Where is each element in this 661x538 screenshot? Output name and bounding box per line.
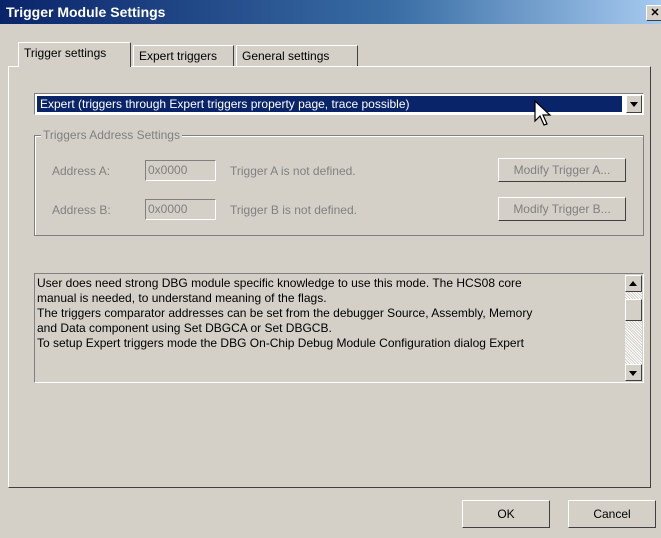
tab-label: Expert triggers (139, 49, 218, 63)
tab-general-settings[interactable]: General settings (236, 45, 358, 67)
description-line: and Data component using Set DBGCA or Se… (37, 321, 332, 335)
vertical-scrollbar[interactable] (625, 275, 642, 381)
group-legend: Triggers Address Settings (41, 128, 182, 142)
address-a-label: Address A: (52, 164, 111, 178)
modify-trigger-b-button[interactable]: Modify Trigger B... (498, 197, 626, 221)
title-bar: Trigger Module Settings ✕ (0, 0, 661, 24)
triggers-address-group: Triggers Address Settings Address A: 0x0… (34, 128, 644, 236)
description-line: User does need strong DBG module specifi… (37, 276, 522, 290)
description-line: The triggers comparator addresses can be… (37, 306, 533, 320)
tab-trigger-settings[interactable]: Trigger settings (18, 42, 131, 67)
mouse-cursor-icon (534, 100, 552, 126)
ok-button[interactable]: OK (462, 500, 550, 528)
dropdown-button[interactable] (626, 95, 642, 113)
arrow-down-icon (629, 371, 637, 376)
description-text: User does need strong DBG module specifi… (37, 276, 623, 380)
tab-expert-triggers[interactable]: Expert triggers (133, 45, 234, 67)
description-line: manual is needed, to understand meaning … (37, 291, 327, 305)
window-title: Trigger Module Settings (6, 4, 166, 20)
modify-trigger-a-button[interactable]: Modify Trigger A... (498, 158, 626, 182)
tab-label: General settings (242, 49, 330, 63)
description-line: To setup Expert triggers mode the DBG On… (37, 336, 524, 350)
trigger-b-status: Trigger B is not defined. (230, 203, 357, 217)
address-b-label: Address B: (52, 203, 111, 217)
close-icon: ✕ (650, 7, 660, 19)
trigger-settings-panel: Expert (triggers through Expert triggers… (8, 66, 651, 488)
trigger-a-status: Trigger A is not defined. (230, 164, 356, 178)
arrow-up-icon (629, 281, 637, 286)
cancel-button[interactable]: Cancel (568, 500, 656, 528)
chevron-down-icon (630, 102, 638, 107)
mode-description-textbox[interactable]: User does need strong DBG module specifi… (34, 273, 644, 383)
close-button[interactable]: ✕ (646, 5, 661, 21)
scroll-down-button[interactable] (625, 364, 642, 381)
scroll-thumb[interactable] (625, 299, 642, 321)
address-b-input[interactable]: 0x0000 (145, 199, 216, 220)
scroll-up-button[interactable] (625, 275, 642, 292)
tab-label: Trigger settings (24, 46, 107, 60)
address-a-input[interactable]: 0x0000 (145, 160, 216, 181)
